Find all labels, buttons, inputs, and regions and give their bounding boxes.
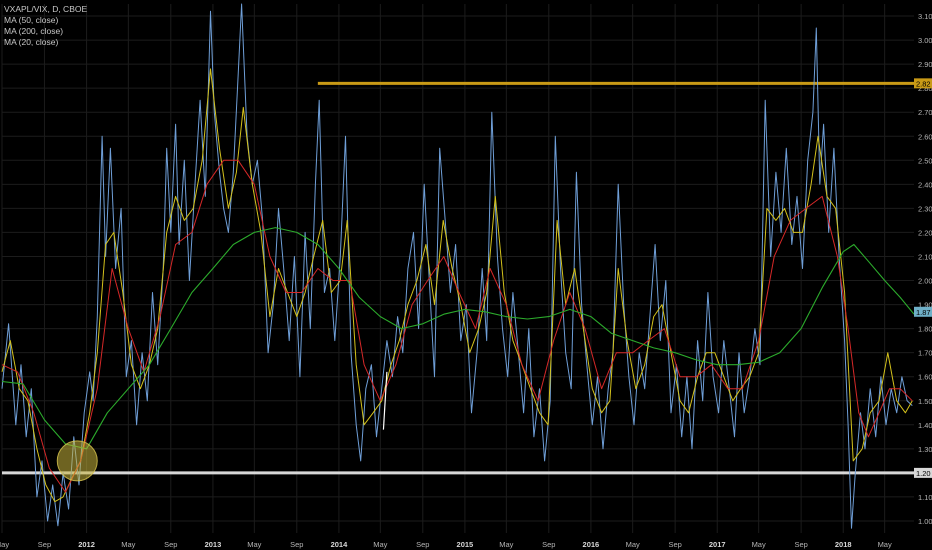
legend: VXAPL/VIX, D, CBOE MA (50, close) MA (20… [4, 4, 87, 48]
highlight-circle [56, 440, 98, 482]
x-tick-label: 2015 [457, 540, 474, 549]
x-axis[interactable]: May Sep 2012 May Sep 2013 May Sep 2014 May Sep 2015… [0, 540, 892, 549]
price-chart[interactable]: 1.001.101.201.301.401.501.601.701.801.90… [0, 0, 932, 550]
y-tick-label: 2.90 [918, 60, 932, 69]
y-tick-label: 1.50 [918, 397, 932, 406]
x-tick-label: 2018 [835, 540, 852, 549]
annotations [56, 371, 388, 482]
x-tick-label: May [247, 540, 261, 549]
y-tick-label: 2.60 [918, 132, 932, 141]
x-tick-label: Sep [290, 540, 303, 549]
y-tick-label: 3.00 [918, 36, 932, 45]
y-tick-label: 2.40 [918, 180, 932, 189]
x-tick-label: May [752, 540, 766, 549]
x-tick-label: May [499, 540, 513, 549]
y-tick-label: 2.50 [918, 156, 932, 165]
x-tick-label: 2014 [331, 540, 349, 549]
y-axis[interactable]: 1.001.101.201.301.401.501.601.701.801.90… [914, 12, 932, 526]
x-tick-label: May [0, 540, 9, 549]
legend-ma200[interactable]: MA (200, close) [4, 26, 87, 37]
y-tick-label: 2.20 [918, 228, 932, 237]
x-tick-label: Sep [794, 540, 807, 549]
support-price-label: 1.20 [916, 469, 931, 478]
y-tick-label: 2.30 [918, 204, 932, 213]
x-tick-label: 2016 [583, 540, 600, 549]
x-tick-label: Sep [542, 540, 555, 549]
x-tick-label: May [878, 540, 892, 549]
x-tick-label: May [373, 540, 387, 549]
last-price-label: 1.87 [916, 308, 931, 317]
x-tick-label: Sep [164, 540, 177, 549]
x-tick-label: May [121, 540, 135, 549]
y-tick-label: 2.70 [918, 108, 932, 117]
y-tick-label: 2.00 [918, 277, 932, 286]
x-tick-label: May [626, 540, 640, 549]
x-tick-label: 2013 [205, 540, 222, 549]
y-tick-label: 1.60 [918, 373, 932, 382]
legend-symbol[interactable]: VXAPL/VIX, D, CBOE [4, 4, 87, 15]
y-tick-label: 3.10 [918, 12, 932, 21]
resistance-price-label: 2.82 [916, 79, 931, 88]
x-tick-label: 2012 [78, 540, 95, 549]
series-ma200 [1, 227, 915, 450]
legend-ma50[interactable]: MA (50, close) [4, 15, 87, 26]
x-tick-label: Sep [416, 540, 429, 549]
y-tick-label: 2.10 [918, 252, 932, 261]
y-tick-label: 1.30 [918, 445, 932, 454]
x-tick-label: 2017 [709, 540, 726, 549]
y-tick-label: 1.70 [918, 349, 932, 358]
series-ma50 [1, 159, 913, 493]
series-ma20 [1, 68, 913, 503]
horizontal-levels [2, 81, 914, 475]
legend-ma20[interactable]: MA (20, close) [4, 37, 87, 48]
y-tick-label: 1.00 [918, 517, 932, 526]
y-tick-label: 1.10 [918, 493, 932, 502]
y-tick-label: 1.80 [918, 325, 932, 334]
chart-window: 1.001.101.201.301.401.501.601.701.801.90… [0, 0, 932, 550]
x-tick-label: Sep [668, 540, 681, 549]
x-tick-label: Sep [38, 540, 51, 549]
y-tick-label: 1.40 [918, 421, 932, 430]
